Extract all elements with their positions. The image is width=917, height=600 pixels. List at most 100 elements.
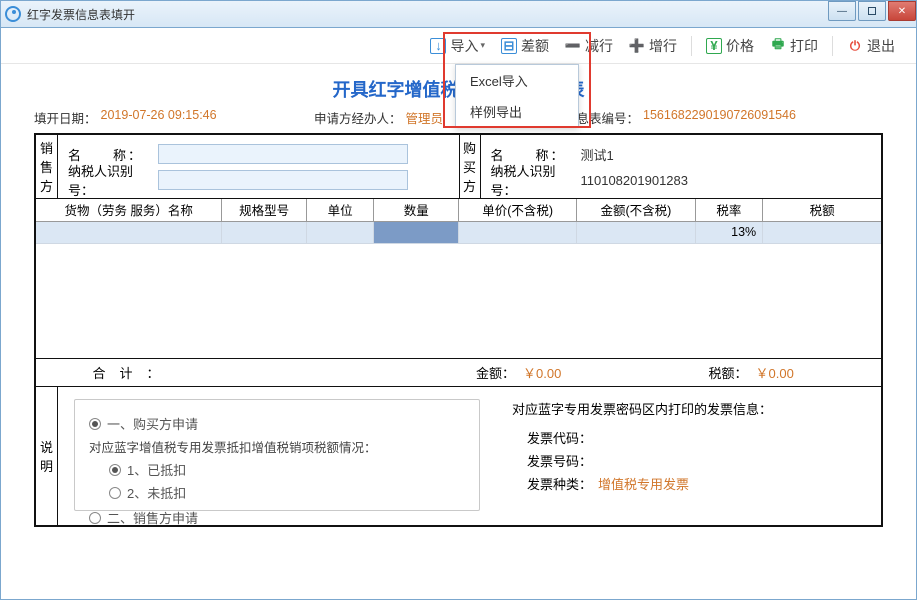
radio-icon <box>109 464 121 476</box>
toolbar-separator <box>832 36 833 56</box>
minimize-button[interactable]: — <box>828 1 856 21</box>
radio-deducted[interactable]: 1、已抵扣 <box>109 460 465 479</box>
total-label: 合计： <box>36 363 216 382</box>
blue-info-title: 对应蓝字专用发票密码区内打印的发票信息： <box>512 399 865 418</box>
exit-button[interactable]: ⏻ 退出 <box>845 32 897 60</box>
info-no-value: 1561682290190726091546 <box>643 108 796 127</box>
applicant-fieldset: 一、购买方申请 对应蓝字增值税专用发票抵扣增值税销项税额情况： 1、已抵扣 2、… <box>74 399 480 511</box>
price-label: 价格 <box>726 36 754 56</box>
radio-not-deducted[interactable]: 2、未抵扣 <box>109 483 465 502</box>
col-name: 货物（劳务 服务）名称 <box>36 199 222 221</box>
applicant-label: 申请方经办人： <box>314 108 402 127</box>
plus-row-button[interactable]: ➕ 增行 <box>627 32 679 60</box>
diff-button[interactable]: ⊟ 差额 <box>499 32 551 60</box>
explain-left: 一、购买方申请 对应蓝字增值税专用发票抵扣增值税销项税额情况： 1、已抵扣 2、… <box>58 387 496 525</box>
total-amount-label: 金额： <box>476 363 515 382</box>
invoice-type-value: 增值税专用发票 <box>598 474 689 493</box>
table-header-row: 货物（劳务 服务）名称 规格型号 单位 数量 单价(不含税) 金额(不含税) 税… <box>36 199 881 221</box>
radio-icon <box>89 512 101 524</box>
seller-body: 名 称： 纳税人识别号： <box>58 135 459 198</box>
maximize-button[interactable] <box>858 1 886 21</box>
opt1-subtitle: 对应蓝字增值税专用发票抵扣增值税销项税额情况： <box>89 437 465 456</box>
titlebar: 红字发票信息表填开 — ✕ <box>0 0 917 28</box>
cell-rate[interactable]: 13% <box>695 221 763 243</box>
total-tax-label: 税额： <box>709 363 748 382</box>
close-button[interactable]: ✕ <box>888 1 916 21</box>
toolbar-separator <box>691 36 692 56</box>
exit-icon: ⏻ <box>847 38 863 54</box>
main-form: 销售方 名 称： 纳税人识别号： 购买方 名 称： 测试1 <box>34 133 883 527</box>
buyer-side-label: 购买方 <box>459 135 481 198</box>
content: 开具红字增值税专用发票信息表 填开日期： 2019-07-26 09:15:46… <box>0 64 917 527</box>
import-icon: ↓ <box>430 38 446 54</box>
seller-taxid-input[interactable] <box>158 170 408 190</box>
radio-icon <box>89 418 101 430</box>
import-label: 导入 <box>450 36 478 56</box>
print-icon: 🖶 <box>770 38 786 54</box>
invoice-type-label: 发票种类： <box>512 474 592 493</box>
radio-icon <box>109 487 121 499</box>
app-icon <box>5 6 21 22</box>
fill-date-label: 填开日期： <box>34 108 97 127</box>
buyer-taxid-value: 110108201901283 <box>581 173 689 188</box>
chevron-down-icon: ▾ <box>480 40 485 51</box>
party-row: 销售方 名 称： 纳税人识别号： 购买方 名 称： 测试1 <box>36 135 881 199</box>
cell-amount[interactable] <box>577 221 695 243</box>
col-unit: 单位 <box>306 199 374 221</box>
table-row[interactable]: 13% <box>36 221 881 243</box>
seller-side-label: 销售方 <box>36 135 58 198</box>
import-dropdown: Excel导入 样例导出 <box>455 64 579 128</box>
exit-label: 退出 <box>867 36 895 56</box>
opt1b-label: 2、未抵扣 <box>127 483 186 502</box>
cell-spec[interactable] <box>222 221 307 243</box>
opt2-label: 二、销售方申请 <box>107 508 198 527</box>
plus-row-icon: ➕ <box>629 38 645 54</box>
radio-seller-apply[interactable]: 二、销售方申请 <box>89 508 465 527</box>
seller-taxid-label: 纳税人识别号： <box>68 161 158 199</box>
col-tax: 税额 <box>763 199 881 221</box>
print-label: 打印 <box>790 36 818 56</box>
cell-name[interactable] <box>36 221 222 243</box>
window-title: 红字发票信息表填开 <box>27 6 135 23</box>
diff-label: 差额 <box>521 36 549 56</box>
print-button[interactable]: 🖶 打印 <box>768 32 820 60</box>
dropdown-item-excel-import[interactable]: Excel导入 <box>456 65 578 96</box>
col-qty: 数量 <box>374 199 459 221</box>
buyer-taxid-label: 纳税人识别号： <box>491 161 581 199</box>
plus-row-label: 增行 <box>649 36 677 56</box>
seller-name-input[interactable] <box>158 144 408 164</box>
buyer-body: 名 称： 测试1 纳税人识别号： 110108201901283 <box>481 135 882 198</box>
diff-icon: ⊟ <box>501 38 517 54</box>
col-price: 单价(不含税) <box>458 199 576 221</box>
explain-side-label: 说明 <box>36 387 58 525</box>
total-tax-value: ￥0.00 <box>756 363 794 382</box>
total-row: 合计： 金额： ￥0.00 税额： ￥0.00 <box>36 359 881 387</box>
window-controls: — ✕ <box>826 1 916 21</box>
cell-tax[interactable] <box>763 221 881 243</box>
price-button[interactable]: ¥ 价格 <box>704 32 756 60</box>
col-rate: 税率 <box>695 199 763 221</box>
total-amount-value: ￥0.00 <box>523 363 561 382</box>
import-button[interactable]: ↓ 导入 ▾ <box>428 32 487 60</box>
radio-buyer-apply[interactable]: 一、购买方申请 <box>89 414 465 433</box>
explain-right: 对应蓝字专用发票密码区内打印的发票信息： 发票代码： 发票号码： 发票种类： 增… <box>496 387 881 525</box>
minus-row-button[interactable]: ➖ 减行 <box>563 32 615 60</box>
items-table[interactable]: 货物（劳务 服务）名称 规格型号 单位 数量 单价(不含税) 金额(不含税) 税… <box>36 199 881 359</box>
buyer-name-value: 测试1 <box>581 145 614 164</box>
col-amount: 金额(不含税) <box>577 199 695 221</box>
cell-price[interactable] <box>458 221 576 243</box>
invoice-num-label: 发票号码： <box>512 451 592 470</box>
col-spec: 规格型号 <box>222 199 307 221</box>
price-icon: ¥ <box>706 38 722 54</box>
opt1-label: 一、购买方申请 <box>107 414 198 433</box>
opt1a-label: 1、已抵扣 <box>127 460 186 479</box>
dropdown-item-sample-export[interactable]: 样例导出 <box>456 96 578 127</box>
cell-unit[interactable] <box>306 221 374 243</box>
minus-row-icon: ➖ <box>565 38 581 54</box>
explain-row: 说明 一、购买方申请 对应蓝字增值税专用发票抵扣增值税销项税额情况： 1、已 <box>36 387 881 525</box>
minus-row-label: 减行 <box>585 36 613 56</box>
applicant-value: 管理员 <box>406 108 444 127</box>
cell-qty[interactable] <box>374 221 459 243</box>
toolbar: ↓ 导入 ▾ ⊟ 差额 ➖ 减行 ➕ 增行 ¥ 价格 🖶 打印 ⏻ 退出 <box>0 28 917 64</box>
invoice-code-label: 发票代码： <box>512 428 592 447</box>
